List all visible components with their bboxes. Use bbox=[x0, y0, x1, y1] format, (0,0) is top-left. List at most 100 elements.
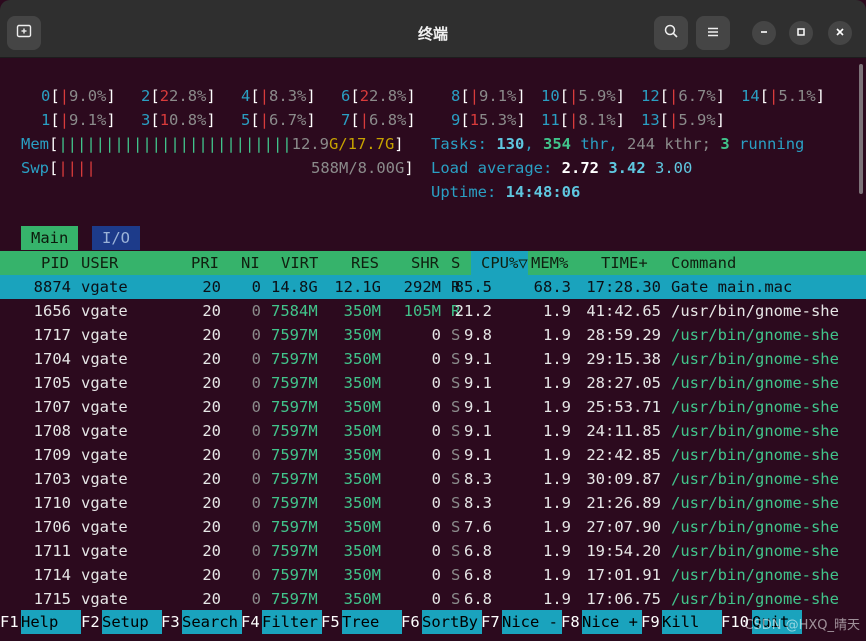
cell-virt: 7597M bbox=[271, 422, 318, 440]
cpu-id: 14 bbox=[741, 87, 760, 105]
col-shr[interactable]: SHR bbox=[411, 251, 439, 275]
close-button[interactable] bbox=[828, 21, 852, 45]
menu-button[interactable] bbox=[696, 16, 730, 50]
fkey-label-f5[interactable]: Tree bbox=[342, 610, 402, 634]
fkey-label-f9[interactable]: Kill bbox=[662, 610, 722, 634]
col-command[interactable]: Command bbox=[671, 251, 736, 275]
cell-cpu: 9.1 bbox=[464, 398, 492, 416]
cell-time: 28:59.29 bbox=[586, 326, 661, 344]
cpu-meter-14: 14[|5.1%] bbox=[741, 87, 826, 105]
fkey-f7[interactable]: F7 bbox=[481, 610, 500, 634]
terminal-area[interactable]: 0[|9.0%] 2[22.8%] 4[|8.3%] 6[22.8%] 8[|9.1%]… bbox=[0, 58, 866, 641]
table-row[interactable]: 1714 vgate 20 0 7597M 350M 0 S 6.8 1.9 17:01.91/us… bbox=[0, 563, 866, 587]
scrollbar[interactable] bbox=[859, 64, 863, 194]
cell-virt: 7597M bbox=[271, 518, 318, 536]
cell-cmd: /usr/bin/gnome-she bbox=[671, 542, 839, 560]
fkey-f9[interactable]: F9 bbox=[641, 610, 660, 634]
cpu-bar: 2 bbox=[359, 87, 370, 105]
col-time[interactable]: TIME+ bbox=[601, 251, 648, 275]
cpu-meter-11: 11[|8.1%] bbox=[541, 111, 626, 129]
col-state[interactable]: S bbox=[451, 251, 460, 275]
cell-ni: 0 bbox=[251, 350, 261, 368]
table-row[interactable]: 1703 vgate 20 0 7597M 350M 0 S 8.3 1.9 30:09.87/us… bbox=[0, 467, 866, 491]
cell-pri: 20 bbox=[202, 374, 221, 392]
col-mem[interactable]: MEM% bbox=[531, 251, 568, 275]
table-row-selected[interactable]: 8874 vgate 20 0 14.8G 12.1G 292M R 85.5 68.3 17:28… bbox=[0, 275, 866, 299]
cpu-meter-0: 0[|9.0%] bbox=[41, 87, 116, 105]
table-row[interactable]: 1708 vgate 20 0 7597M 350M 0 S 9.1 1.9 24:11.85/us… bbox=[0, 419, 866, 443]
table-row[interactable]: 1715 vgate 20 0 7597M 350M 0 S 6.8 1.9 17:06.75/us… bbox=[0, 587, 866, 611]
cpu-percent: 5.9% bbox=[578, 87, 616, 105]
cell-pri: 20 bbox=[202, 494, 221, 512]
cell-pri: 20 bbox=[202, 398, 221, 416]
col-user[interactable]: USER bbox=[81, 251, 118, 275]
cpu-id: 11 bbox=[541, 111, 560, 129]
table-row[interactable]: 1705 vgate 20 0 7597M 350M 0 S 9.1 1.9 28:27.05/us… bbox=[0, 371, 866, 395]
cell-cpu: 9.1 bbox=[464, 422, 492, 440]
cpu-id: 4 bbox=[241, 87, 251, 105]
cpu-id: 1 bbox=[41, 111, 51, 129]
fkey-label-f2[interactable]: Setup bbox=[102, 610, 162, 634]
cell-cmd: /usr/bin/gnome-she bbox=[671, 590, 839, 608]
fkey-f5[interactable]: F5 bbox=[321, 610, 340, 634]
cell-s: S bbox=[451, 350, 461, 368]
col-res[interactable]: RES bbox=[351, 251, 379, 275]
maximize-button[interactable] bbox=[789, 21, 813, 45]
table-row[interactable]: 1717 vgate 20 0 7597M 350M 0 S 9.8 1.9 28:59.29/us… bbox=[0, 323, 866, 347]
cell-pri: 20 bbox=[202, 470, 221, 488]
table-row[interactable]: 1710 vgate 20 0 7597M 350M 0 S 8.3 1.9 21:26.89/us… bbox=[0, 491, 866, 515]
fkey-f3[interactable]: F3 bbox=[161, 610, 180, 634]
table-row[interactable]: 1706 vgate 20 0 7597M 350M 0 S 7.6 1.9 27:07.90/us… bbox=[0, 515, 866, 539]
cell-ni: 0 bbox=[251, 470, 261, 488]
minimize-button[interactable] bbox=[752, 21, 776, 45]
cell-res: 350M bbox=[343, 422, 381, 440]
col-ni[interactable]: NI bbox=[241, 251, 260, 275]
cell-pri: 20 bbox=[202, 278, 221, 296]
fkey-f1[interactable]: F1 bbox=[0, 610, 19, 634]
fkey-label-f4[interactable]: Filter bbox=[262, 610, 322, 634]
cell-res: 350M bbox=[343, 398, 381, 416]
cell-pid: 1656 bbox=[33, 302, 71, 320]
cpu-percent: 2.8% bbox=[369, 87, 407, 105]
table-row[interactable]: 1704 vgate 20 0 7597M 350M 0 S 9.1 1.9 29:15.38/us… bbox=[0, 347, 866, 371]
fkey-label-f8[interactable]: Nice + bbox=[582, 610, 642, 634]
cpu-percent: 5.3% bbox=[479, 111, 517, 129]
fkey-f4[interactable]: F4 bbox=[241, 610, 260, 634]
load-5min: 3.42 bbox=[608, 159, 646, 177]
fkey-label-f6[interactable]: SortBy bbox=[422, 610, 482, 634]
col-pid[interactable]: PID bbox=[41, 251, 69, 275]
cell-user: vgate bbox=[81, 422, 128, 440]
tab-io[interactable]: I/O bbox=[92, 226, 140, 250]
col-cpu-sorted[interactable]: CPU%▽ bbox=[471, 251, 528, 275]
search-button[interactable] bbox=[654, 16, 688, 50]
cpu-meter-2: 2[22.8%] bbox=[141, 87, 216, 105]
tasks-line: Tasks: 130, 354 thr, 244 kthr; 3 running bbox=[431, 135, 805, 153]
table-row[interactable]: 1656 vgate 20 0 7584M 350M 105M R 21.2 1.9 41:42.6… bbox=[0, 299, 866, 323]
table-row[interactable]: 1709 vgate 20 0 7597M 350M 0 S 9.1 1.9 22:42.85/us… bbox=[0, 443, 866, 467]
cpu-percent: 9.1% bbox=[479, 87, 517, 105]
cell-time: 41:42.65 bbox=[586, 302, 661, 320]
cell-ni: 0 bbox=[251, 542, 261, 560]
cell-pri: 20 bbox=[202, 566, 221, 584]
cell-mem: 1.9 bbox=[543, 446, 571, 464]
cell-cmd: /usr/bin/gnome-she bbox=[671, 398, 839, 416]
cell-cpu: 8.3 bbox=[464, 470, 492, 488]
col-virt[interactable]: VIRT bbox=[281, 251, 318, 275]
col-pri[interactable]: PRI bbox=[191, 251, 219, 275]
cell-time: 29:15.38 bbox=[586, 350, 661, 368]
table-row[interactable]: 1707 vgate 20 0 7597M 350M 0 S 9.1 1.9 25:53.71/us… bbox=[0, 395, 866, 419]
fkey-f2[interactable]: F2 bbox=[81, 610, 100, 634]
cell-cmd: /usr/bin/gnome-she bbox=[671, 566, 839, 584]
cell-virt: 7597M bbox=[271, 470, 318, 488]
mem-meter: Mem[|||||||||||||||||||||||||12.9G/17.7G… bbox=[21, 135, 404, 153]
fkey-f6[interactable]: F6 bbox=[401, 610, 420, 634]
fkey-f8[interactable]: F8 bbox=[561, 610, 580, 634]
cell-s: S bbox=[451, 566, 461, 584]
tab-main[interactable]: Main bbox=[21, 226, 79, 250]
cpu-meter-10: 10[|5.9%] bbox=[541, 87, 626, 105]
fkey-label-f7[interactable]: Nice - bbox=[502, 610, 562, 634]
load-15min: 3.00 bbox=[655, 159, 693, 177]
table-row[interactable]: 1711 vgate 20 0 7597M 350M 0 S 6.8 1.9 19:54.20/us… bbox=[0, 539, 866, 563]
fkey-label-f1[interactable]: Help bbox=[21, 610, 81, 634]
fkey-label-f3[interactable]: Search bbox=[182, 610, 242, 634]
